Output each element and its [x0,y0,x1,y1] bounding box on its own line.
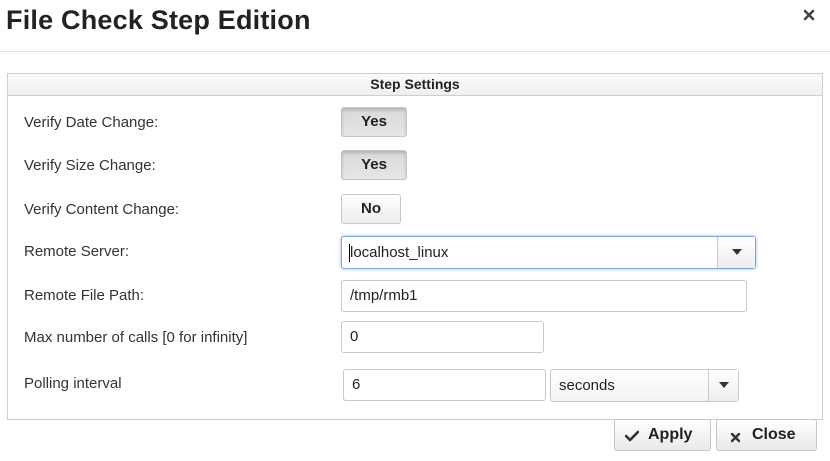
remote-server-value[interactable]: localhost_linux [350,237,448,268]
polling-interval-input[interactable]: 6 [343,369,546,401]
x-icon [730,430,741,448]
remote-file-path-label: Remote File Path: [24,287,145,304]
close-icon[interactable] [802,8,818,24]
max-calls-label: Max number of calls [0 for infinity] [24,329,248,346]
dialog-title: File Check Step Edition [6,5,311,35]
dialog-title-bar: File Check Step Edition [0,0,830,52]
remote-file-path-input[interactable]: /tmp/rmb1 [341,280,747,312]
verify-content-change-toggle[interactable]: No [341,194,401,224]
close-button[interactable]: Close [716,419,817,451]
panel-title: Step Settings [8,74,822,96]
verify-content-change-label: Verify Content Change: [24,201,180,218]
text-cursor [349,244,350,262]
polling-unit-value: seconds [559,377,615,394]
apply-label: Apply [648,426,693,443]
triangle-down-icon [719,382,729,388]
max-calls-input[interactable]: 0 [341,321,544,353]
remote-server-combobox[interactable]: localhost_linux [341,236,756,269]
remote-server-label: Remote Server: [24,243,130,260]
polling-unit-select[interactable]: seconds [550,369,739,402]
apply-button[interactable]: Apply [614,419,711,451]
verify-date-change-label: Verify Date Change: [24,114,159,131]
verify-size-change-toggle[interactable]: Yes [341,150,407,180]
polling-interval-label: Polling interval [24,375,122,392]
file-check-step-dialog: File Check Step Edition Step Settings Ve… [0,0,830,461]
checkmark-icon [624,429,640,447]
verify-size-change-label: Verify Size Change: [24,157,156,174]
polling-unit-dropdown-button[interactable] [708,370,738,401]
remote-server-dropdown-button[interactable] [717,237,755,268]
triangle-down-icon [732,249,742,255]
verify-date-change-toggle[interactable]: Yes [341,107,407,137]
close-label: Close [752,426,796,443]
